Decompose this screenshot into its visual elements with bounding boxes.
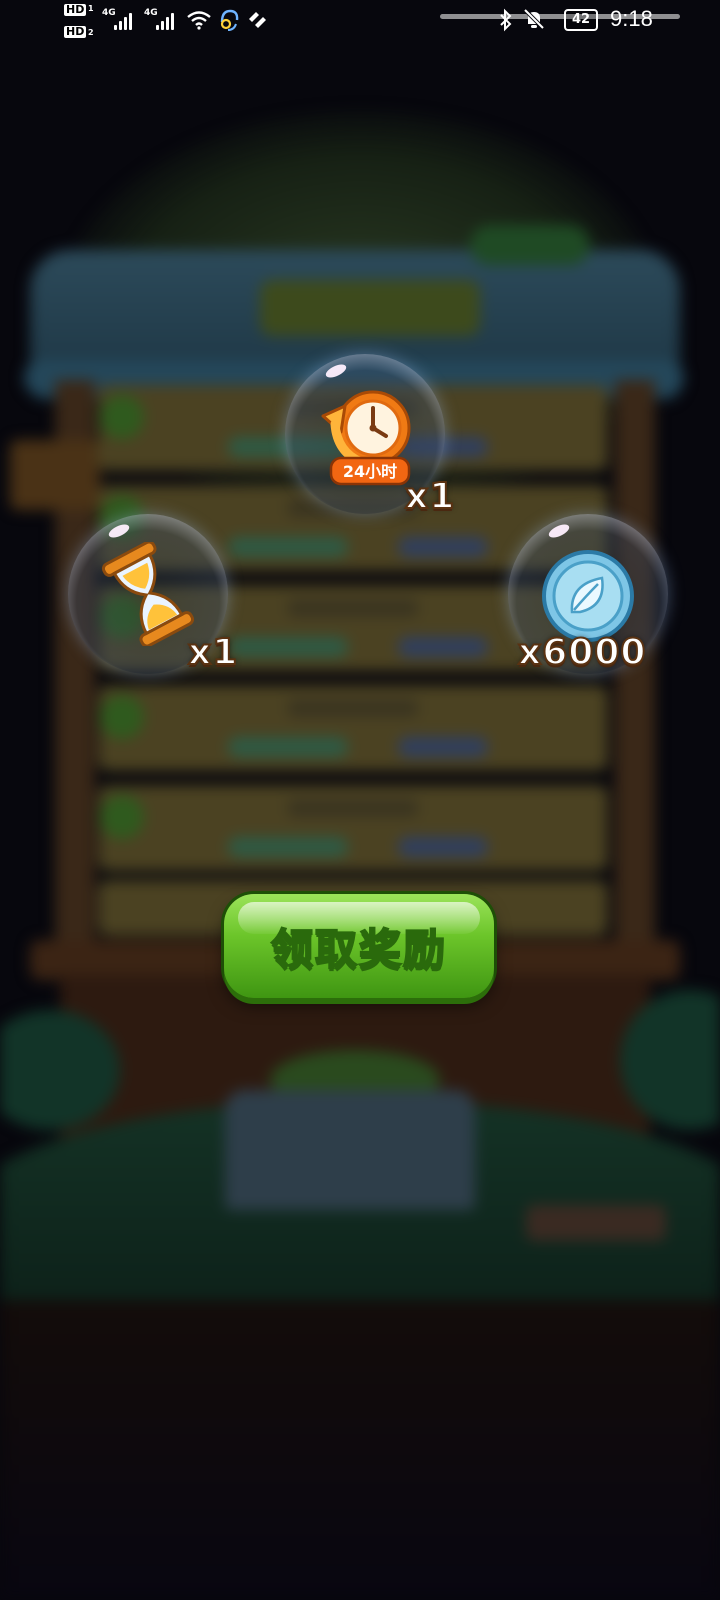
reward-quantity-time-boost: x1 bbox=[404, 475, 456, 518]
sim2-hd-badge: HD bbox=[64, 25, 87, 38]
mute-icon bbox=[523, 8, 545, 30]
blurred-title-banner bbox=[260, 280, 480, 336]
time-boost-clock-icon: 24小时 bbox=[321, 390, 411, 486]
wifi-icon bbox=[187, 11, 211, 30]
hourglass-icon bbox=[101, 542, 195, 646]
headset-icon bbox=[220, 9, 239, 31]
leaf-coin-icon bbox=[542, 550, 634, 642]
clock-time: 9:18 bbox=[610, 6, 653, 31]
reward-quantity-hourglass: x1 bbox=[187, 631, 239, 674]
blurred-background-scene bbox=[0, 0, 720, 1600]
claim-reward-label: 领取奖励 bbox=[270, 924, 447, 975]
app-icon bbox=[249, 12, 266, 28]
signal-strength-1-icon bbox=[112, 10, 136, 30]
sim2-index: 2 bbox=[88, 28, 94, 37]
reward-quantity-leaf-coin: x6000 bbox=[517, 631, 647, 674]
battery-level: 42 bbox=[564, 9, 598, 31]
bluetooth-icon bbox=[500, 8, 512, 32]
claim-reward-button[interactable]: 领取奖励 bbox=[224, 894, 494, 998]
time-boost-badge: 24小时 bbox=[343, 462, 397, 481]
signal-strength-2-icon bbox=[154, 10, 178, 30]
sim1-hd-badge: HD bbox=[64, 3, 87, 16]
status-bar: HD 1 HD 2 4G 4G 42 9:18 bbox=[0, 0, 720, 44]
sim1-index: 1 bbox=[88, 4, 94, 13]
